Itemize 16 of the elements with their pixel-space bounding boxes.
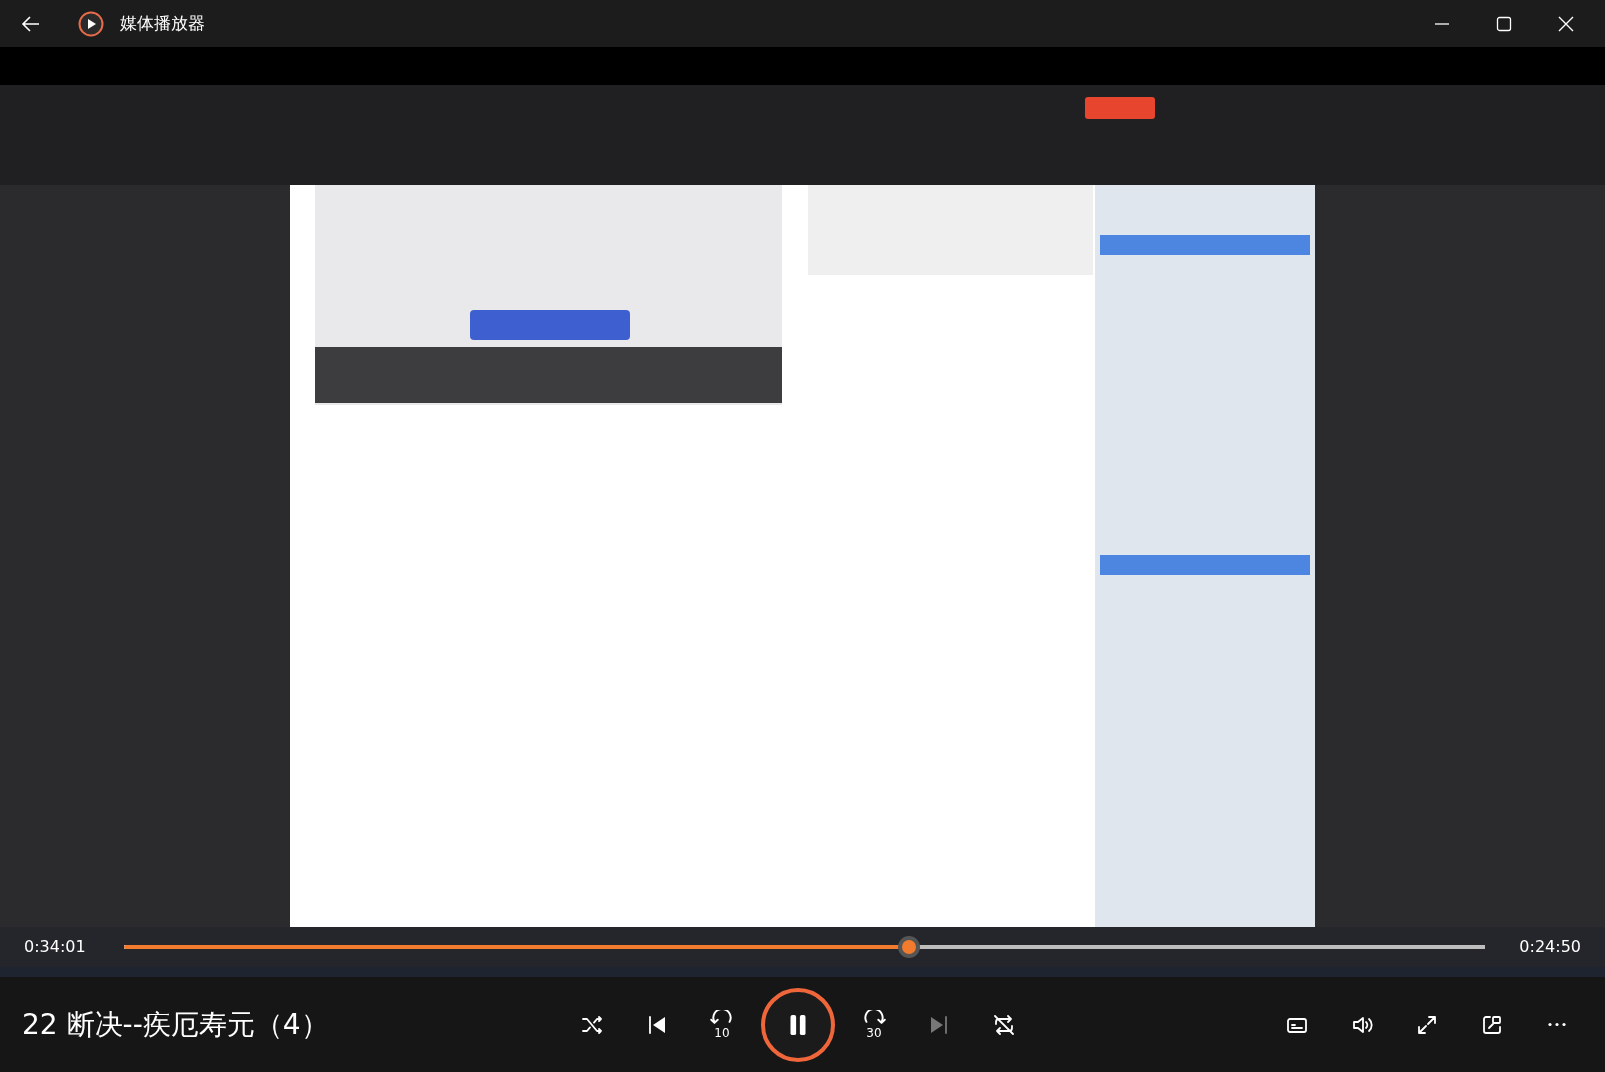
- elapsed-time: 0:34:01: [24, 936, 86, 958]
- minimize-icon: [1434, 22, 1450, 25]
- window-title: 媒体播放器: [120, 11, 205, 35]
- rewind-arrow-icon: [709, 1009, 735, 1024]
- media-title: 22 断决--疾厄寿元（4）: [22, 1006, 330, 1043]
- forward-arrow-icon: [861, 1009, 887, 1024]
- play-logo-icon: [78, 10, 104, 37]
- remaining-time: 0:24:50: [1519, 936, 1581, 958]
- progress-thumb[interactable]: [898, 936, 921, 958]
- close-icon: [1558, 15, 1574, 32]
- rewind-button[interactable]: 10: [696, 998, 748, 1051]
- repeat-off-icon: [992, 1012, 1016, 1037]
- forward-button[interactable]: 30: [848, 998, 900, 1051]
- maximize-icon: [1496, 15, 1512, 32]
- back-arrow-icon: [21, 13, 41, 34]
- more-icon: [1546, 1022, 1568, 1027]
